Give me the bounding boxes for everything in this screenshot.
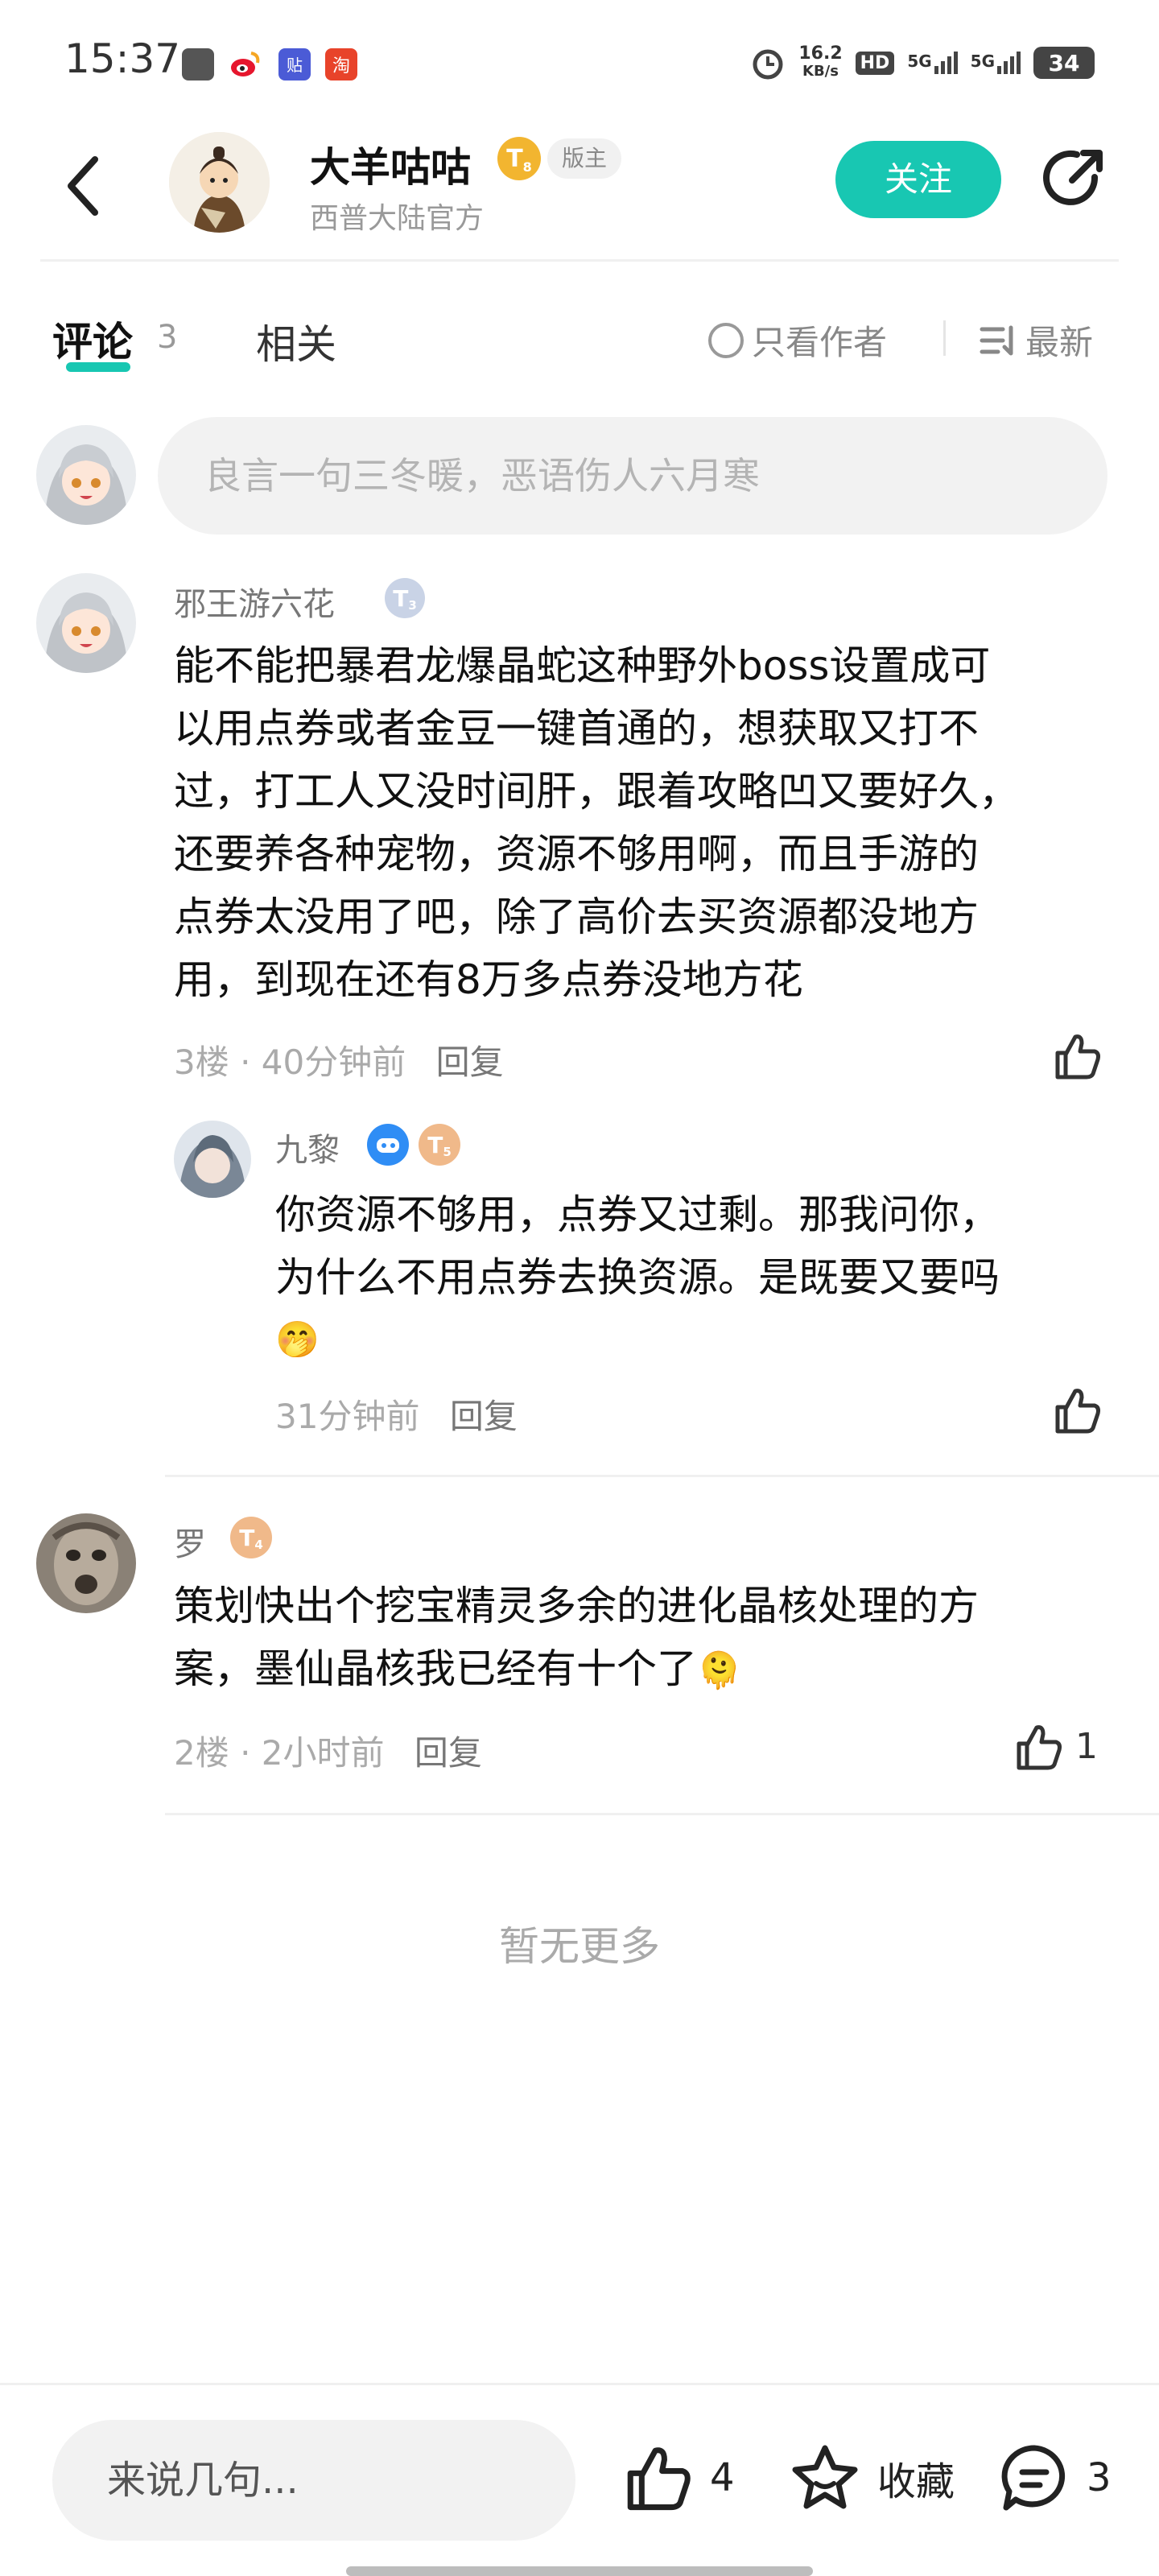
radio-icon — [708, 322, 744, 358]
comments-count: 3 — [157, 319, 178, 356]
comment-username[interactable]: 罗 — [174, 1518, 206, 1565]
comment-avatar[interactable] — [36, 1513, 136, 1613]
sort-toggle[interactable]: 最新 — [979, 316, 1093, 365]
tab-comments[interactable]: 评论 — [52, 310, 133, 368]
like-icon[interactable] — [1051, 1030, 1103, 1082]
weibo-icon — [229, 48, 261, 80]
like-icon[interactable] — [1051, 1385, 1103, 1436]
signal-icon: 5G — [907, 52, 958, 74]
reply-button[interactable]: 回复 — [415, 1733, 482, 1773]
comment-count: 3 — [1087, 2455, 1112, 2500]
share-icon[interactable] — [1038, 145, 1107, 214]
comment-text: 能不能把暴君龙爆晶蛇这种野外boss设置成可 以用点券或者金豆一键首通的，想获取… — [174, 642, 1019, 1003]
emoji: 🫠 — [697, 1650, 741, 1691]
alarm-icon — [753, 49, 783, 80]
like-count: 1 — [1075, 1726, 1098, 1767]
status-bar: 15:37 贴 淘 16.2 KB/s HD 5G 5G 34 — [0, 0, 1159, 121]
favorite-button[interactable]: 收藏 — [789, 2434, 955, 2522]
my-avatar[interactable] — [36, 425, 136, 525]
home-indicator[interactable] — [346, 2566, 813, 2576]
hd-icon: HD — [855, 51, 895, 75]
like-post-button[interactable]: 4 — [621, 2434, 735, 2522]
comment-bubble-icon — [1001, 2445, 1066, 2511]
header-divider — [40, 259, 1119, 262]
like-icon — [627, 2447, 691, 2511]
author-avatar[interactable] — [169, 132, 270, 233]
comment-avatar[interactable] — [36, 573, 136, 673]
floor-label: 3楼 — [174, 1042, 229, 1082]
reply-text: 你资源不够用，点券又过剩。那我问你， 为什么不用点券去换资源。是既要又要吗 🤭 — [275, 1183, 1112, 1372]
tab-separator — [943, 320, 946, 356]
level-badge: T8 — [497, 137, 541, 180]
comment-meta: 3楼 · 40分钟前 回复 — [174, 1042, 504, 1082]
net-speed: 16.2 KB/s — [798, 43, 843, 80]
level-badge: T3 — [385, 578, 425, 618]
svg-text:贴: 贴 — [287, 56, 303, 75]
comment-time: 2小时前 — [261, 1733, 385, 1773]
bottom-bar: 4 收藏 3 — [0, 2383, 1159, 2576]
level-badge: T5 — [419, 1124, 460, 1166]
favorite-label: 收藏 — [877, 2459, 955, 2504]
moderator-badge: 版主 — [547, 138, 622, 179]
tab-related[interactable]: 相关 — [256, 312, 336, 370]
follow-button[interactable]: 关注 — [835, 141, 1001, 218]
gamepad-badge-icon — [367, 1124, 409, 1166]
star-icon — [792, 2445, 858, 2509]
tieba-icon: 贴 — [278, 48, 311, 80]
comment-meta: 2楼 · 2小时前 回复 — [174, 1733, 482, 1773]
square-icon — [182, 48, 214, 80]
svg-text:淘: 淘 — [332, 56, 350, 76]
taobao-icon: 淘 — [325, 48, 357, 80]
reply-time: 31分钟前 — [275, 1397, 420, 1436]
sort-icon — [980, 325, 1013, 355]
reply-avatar[interactable] — [174, 1121, 251, 1198]
reply-input[interactable] — [52, 2420, 575, 2541]
signal-icon: 5G — [971, 52, 1021, 74]
floor-label: 2楼 — [174, 1733, 229, 1773]
status-right: 16.2 KB/s HD 5G 5G 34 — [750, 40, 1095, 85]
comment-tabs: 评论 3 相关 只看作者 最新 — [0, 290, 1159, 386]
only-author-toggle[interactable]: 只看作者 — [708, 316, 887, 365]
reply-username[interactable]: 九黎 — [275, 1124, 340, 1170]
level-badge: T4 — [230, 1517, 272, 1558]
sort-label: 最新 — [1025, 323, 1094, 362]
battery-icon: 34 — [1033, 47, 1095, 79]
comment-time: 40分钟前 — [261, 1042, 406, 1082]
status-time: 15:37 — [64, 35, 181, 82]
post-header: 大羊咕咕 T8 版主 西普大陆官方 关注 — [0, 121, 1159, 262]
comment-username[interactable]: 邪王游六花 — [174, 578, 335, 625]
emoji: 🤭 — [275, 1319, 320, 1360]
post-like-count: 4 — [710, 2455, 735, 2500]
back-icon[interactable] — [56, 150, 113, 222]
no-more-label: 暂无更多 — [499, 1923, 660, 1970]
author-subtitle: 西普大陆官方 — [310, 202, 485, 235]
comment-input[interactable] — [158, 417, 1107, 535]
author-name[interactable]: 大羊咕咕 — [310, 135, 471, 193]
reply-meta: 31分钟前 回复 — [275, 1389, 518, 1439]
like-icon[interactable] — [1013, 1721, 1064, 1773]
comment-divider — [165, 1475, 1159, 1477]
reply-button[interactable]: 回复 — [450, 1397, 518, 1436]
comment-text: 策划快出个挖宝精灵多余的进化晶核处理的方 案，墨仙晶核我已经有十个了🫠 — [174, 1583, 979, 1692]
comment-divider — [165, 1813, 1159, 1815]
tab-active-indicator — [66, 362, 130, 372]
comments-button[interactable]: 3 — [998, 2434, 1112, 2522]
reply-button[interactable]: 回复 — [436, 1042, 504, 1082]
only-author-label: 只看作者 — [752, 323, 888, 362]
